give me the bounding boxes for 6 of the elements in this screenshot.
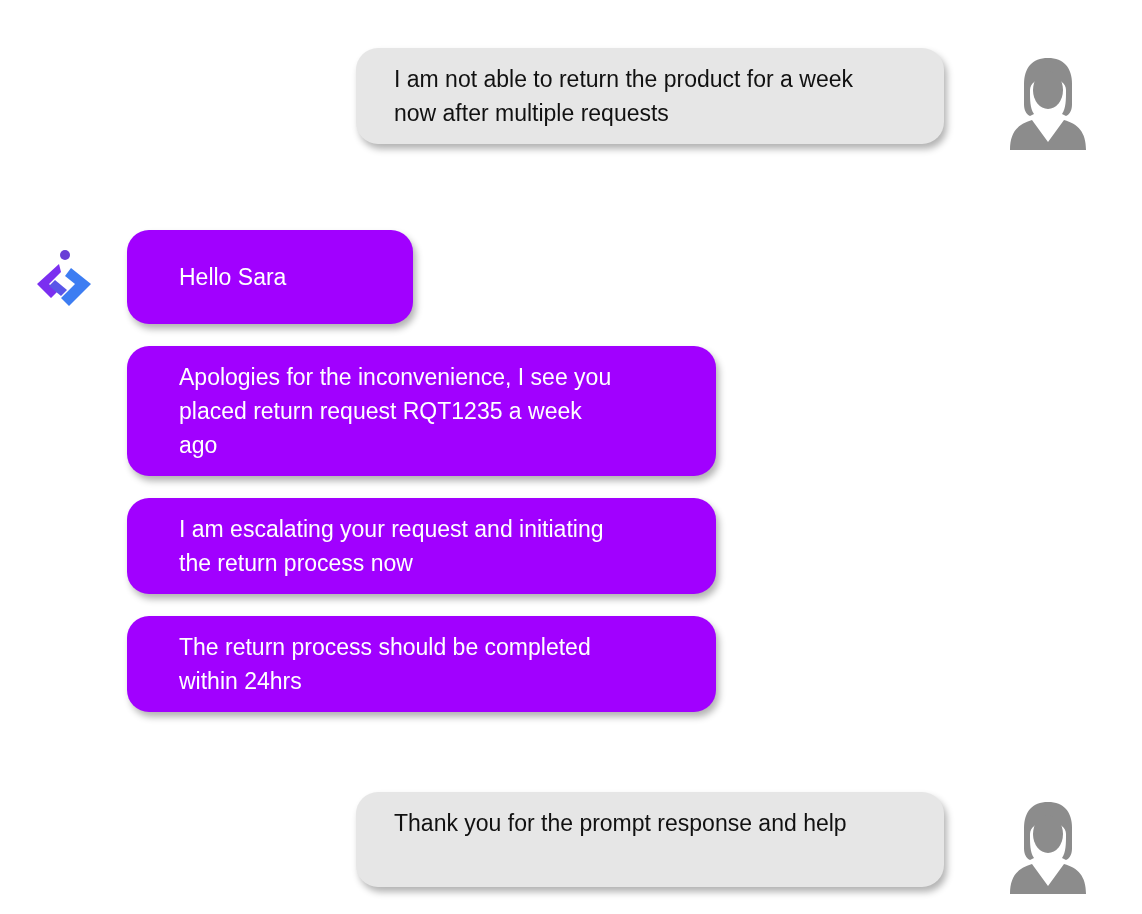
message-bubble: Thank you for the prompt response and help <box>356 792 944 887</box>
message-bubble: I am escalating your request and initiating the return process now <box>127 498 716 594</box>
message-bubble: I am not able to return the product for a week now after multiple requests <box>356 48 944 144</box>
message-bubble: The return process should be completed within 24hrs <box>127 616 716 712</box>
message-bubble: Apologies for the inconvenience, I see you placed return request RQT1235 a week ago <box>127 346 716 476</box>
message-bubble: Hello Sara <box>127 230 413 324</box>
